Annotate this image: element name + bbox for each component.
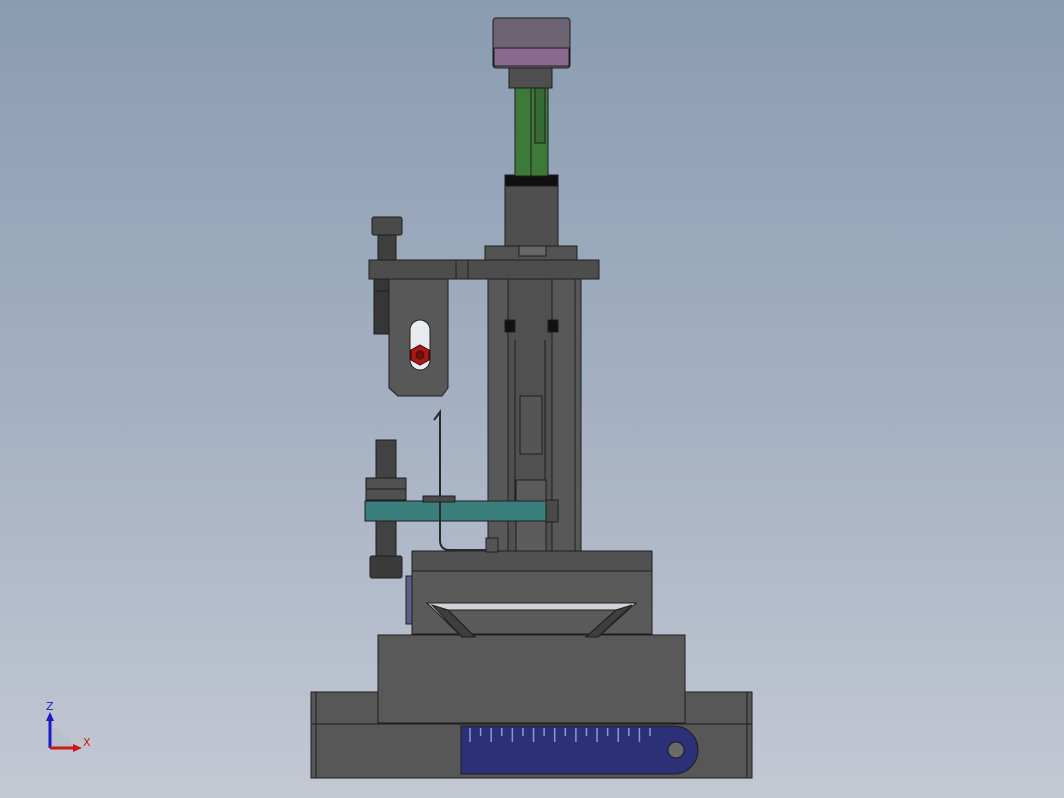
slide-top-plate: [411, 550, 653, 572]
cad-viewport[interactable]: Z X: [0, 0, 1064, 798]
motor-band: [493, 47, 570, 67]
lower-screw-top: [375, 439, 397, 479]
x-arrow-icon: [73, 744, 82, 752]
x-axis-label: X: [83, 736, 91, 749]
sensor-block-right: [547, 319, 559, 333]
sensor-block-left: [504, 319, 516, 333]
lower-screw-foot: [369, 555, 403, 579]
z-arrow-icon: [46, 712, 54, 721]
teal-guide-bar: [364, 500, 559, 522]
scale-hole: [667, 741, 685, 759]
cable-clip: [485, 537, 499, 553]
lower-screw-bottom: [375, 520, 397, 558]
column-window: [519, 395, 543, 455]
side-knob: [405, 575, 413, 625]
scale-slot: [460, 725, 699, 775]
z-axis-label: Z: [46, 700, 54, 713]
middle-block: [377, 634, 686, 724]
top-arm-plate: [368, 259, 600, 280]
cylinder-housing: [504, 185, 559, 247]
top-screw-head: [371, 216, 403, 236]
guide-bar-bracket: [545, 499, 559, 523]
cylinder-black-ring: [504, 174, 559, 187]
top-screw-shaft: [377, 234, 397, 261]
axis-triad: Z X: [46, 700, 91, 752]
dovetail-slide: [411, 569, 653, 635]
cylinder-neck: [508, 65, 553, 89]
